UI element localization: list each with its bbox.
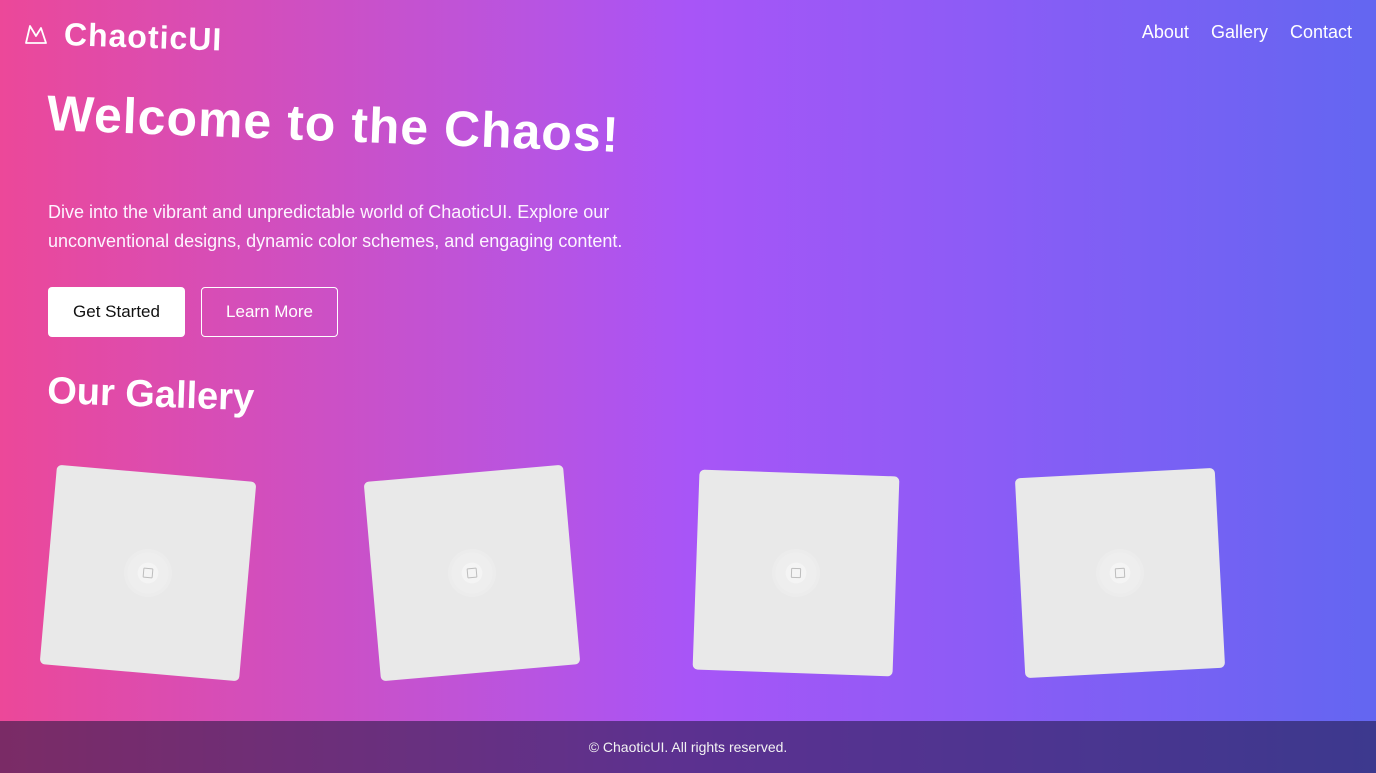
nav-item-about[interactable]: About [1142,22,1189,43]
learn-more-button[interactable]: Learn More [201,287,338,337]
site-footer: © ChaoticUI. All rights reserved. [0,721,1376,773]
site-header: ChaoticUI About Gallery Contact [0,0,1376,68]
hero-description: Dive into the vibrant and unpredictable … [48,202,623,251]
copyright-text: © ChaoticUI. All rights reserved. [588,739,788,755]
image-placeholder-icon [445,546,499,600]
get-started-button[interactable]: Get Started [48,287,185,337]
gallery-card[interactable] [39,464,257,682]
hero-title: Welcome to the Chaos! [45,84,621,163]
image-placeholder-icon [1094,547,1146,599]
gallery-card[interactable] [363,464,581,682]
brand-name: ChaoticUI [63,15,223,58]
nav-item-contact[interactable]: Contact [1290,22,1352,43]
image-placeholder-icon [121,546,175,600]
logo[interactable]: ChaoticUI [24,14,223,57]
gallery-card[interactable] [692,469,900,677]
image-placeholder-icon [771,548,821,598]
gallery-card[interactable] [1014,467,1226,679]
mountain-icon [24,22,48,46]
gallery-title: Our Gallery [46,370,255,420]
nav-item-gallery[interactable]: Gallery [1211,22,1268,43]
main-nav: About Gallery Contact [1142,22,1352,43]
